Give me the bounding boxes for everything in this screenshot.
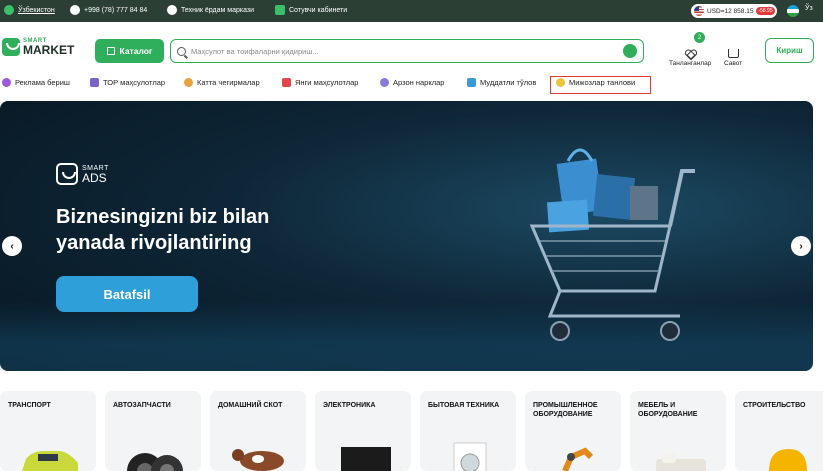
- nav-item-installments[interactable]: Муддатли тўлов: [467, 78, 536, 87]
- banner-headline: Biznesingizni biz bilan yanada rivojlant…: [56, 204, 356, 256]
- category-label: БЫТОВАЯ ТЕХНИКА: [428, 402, 500, 409]
- heart-icon: [685, 49, 695, 58]
- washing-machine-image: [453, 442, 487, 471]
- headline-line-2: yanada rivojlantiring: [56, 232, 252, 254]
- ads-logo-big: ADS: [82, 170, 107, 185]
- nav-label: Муддатли тўлов: [480, 78, 537, 87]
- hero-banner[interactable]: SMART ADS Biznesingizni biz bilan yanada…: [0, 101, 813, 371]
- tv-image: [341, 447, 391, 471]
- category-label: ТРАНСПОРТ: [8, 402, 51, 409]
- new-icon: [282, 78, 291, 87]
- category-card-industrial[interactable]: ПРОМЫШЛЕННОЕ ОБОРУДОВАНИЕ: [525, 391, 621, 471]
- support-link[interactable]: Техник ёрдам маркази: [167, 5, 254, 15]
- robot-arm-image: [562, 447, 594, 471]
- category-label: ДОМАШНИЙ СКОТ: [218, 402, 283, 409]
- top-icon: [90, 78, 99, 87]
- seller-cabinet-link[interactable]: Сотувчи кабинети: [275, 5, 347, 15]
- phone-icon: [70, 5, 80, 15]
- nav-label: Катта чегирмалар: [197, 78, 260, 87]
- category-label: АВТОЗАПЧАСТИ: [113, 402, 171, 409]
- megaphone-icon: [2, 78, 11, 87]
- favorites-count-badge: 2: [694, 32, 705, 43]
- category-card-transport[interactable]: ТРАНСПОРТ: [0, 391, 96, 471]
- category-card-auto-parts[interactable]: АВТОЗАПЧАСТИ: [105, 391, 201, 471]
- category-row: ТРАНСПОРТ АВТОЗАПЧАСТИ ДОМАШНИЙ СКОТ ЭЛЕ…: [0, 391, 823, 471]
- nav-item-big-discounts[interactable]: Катта чегирмалар: [184, 78, 260, 87]
- category-label: ЭЛЕКТРОНИКА: [323, 402, 376, 409]
- catalog-label: Каталог: [119, 46, 153, 56]
- language-selector[interactable]: Ўз: [805, 5, 813, 12]
- currency-change-badge: -58.95: [756, 7, 775, 15]
- sofa-image: [656, 453, 706, 471]
- headline-line-1: Biznesingizni biz bilan: [56, 206, 270, 228]
- top-bar: Ўзбекистон +998 (78) 777 84 84 Техник ёр…: [0, 0, 823, 22]
- banner-next-button[interactable]: ›: [791, 236, 811, 256]
- nav-item-advertise[interactable]: Реклама бериш: [2, 78, 70, 87]
- location-icon: [4, 5, 14, 15]
- cow-image: [232, 449, 284, 471]
- header: SMART MARKET Каталог Маҳсулот ва тоифала…: [0, 22, 823, 72]
- phone-label: +998 (78) 777 84 84: [84, 6, 148, 14]
- favorites-label: Танланганлар: [669, 60, 712, 67]
- cart-label: Савот: [724, 60, 743, 67]
- search-icon: [177, 46, 186, 56]
- smart-market-logo-icon: [2, 38, 20, 56]
- car-image: [22, 451, 78, 471]
- promo-nav: Реклама бериш ТОР маҳсулотлар Катта чеги…: [0, 75, 823, 93]
- cart-icon: [727, 49, 739, 58]
- us-flag-icon: [694, 6, 704, 16]
- shopping-cart-illustration: [529, 148, 695, 341]
- grid-icon: [106, 47, 115, 55]
- category-card-construction[interactable]: СТРОИТЕЛЬСТВО: [735, 391, 823, 471]
- region-selector[interactable]: Ўзбекистон: [4, 5, 55, 15]
- login-button[interactable]: Кириш: [765, 38, 814, 63]
- uz-flag-icon[interactable]: [787, 5, 799, 17]
- currency-rate[interactable]: USD=12 858.15 -58.95: [691, 4, 777, 18]
- nav-item-cheap-prices[interactable]: Арзон нарклар: [380, 78, 444, 87]
- highlight-box: [550, 76, 651, 94]
- category-card-livestock[interactable]: ДОМАШНИЙ СКОТ: [210, 391, 306, 471]
- nav-item-top-products[interactable]: ТОР маҳсулотлар: [90, 78, 165, 87]
- nav-label: Янги маҳсулотлар: [295, 78, 359, 87]
- logo[interactable]: SMART MARKET: [2, 38, 74, 56]
- nav-item-new-products[interactable]: Янги маҳсулотлар: [282, 78, 358, 87]
- support-label: Техник ёрдам маркази: [181, 6, 255, 14]
- cart-button[interactable]: Савот: [724, 37, 742, 67]
- nav-label: Реклама бериш: [15, 78, 70, 87]
- banner-cta-button[interactable]: Batafsil: [56, 276, 198, 312]
- store-icon: [275, 5, 285, 15]
- category-label: МЕБЕЛЬ И ОБОРУДОВАНИЕ: [638, 402, 698, 419]
- voice-search-icon[interactable]: [623, 44, 637, 58]
- phone-link[interactable]: +998 (78) 777 84 84: [70, 5, 147, 15]
- banner-prev-button[interactable]: ‹: [2, 236, 22, 256]
- favorites-button[interactable]: Танланганлар: [669, 37, 711, 67]
- region-label: Ўзбекистон: [18, 6, 55, 14]
- helmet-image: [769, 449, 807, 471]
- seller-label: Сотувчи кабинети: [289, 6, 348, 14]
- price-tag-icon: [380, 78, 389, 87]
- category-card-home-appliances[interactable]: БЫТОВАЯ ТЕХНИКА: [420, 391, 516, 471]
- category-card-electronics[interactable]: ЭЛЕКТРОНИКА: [315, 391, 411, 471]
- catalog-button[interactable]: Каталог: [95, 39, 164, 63]
- category-label: ПРОМЫШЛЕННОЕ ОБОРУДОВАНИЕ: [533, 402, 598, 419]
- category-label: СТРОИТЕЛЬСТВО: [743, 402, 806, 409]
- category-card-furniture[interactable]: МЕБЕЛЬ И ОБОРУДОВАНИЕ: [630, 391, 726, 471]
- search-placeholder: Маҳсулот ва тоифаларни қидириш...: [191, 46, 319, 56]
- nav-label: Арзон нарклар: [393, 78, 445, 87]
- search-input[interactable]: Маҳсулот ва тоифаларни қидириш...: [170, 39, 644, 63]
- currency-value: USD=12 858.15: [707, 7, 754, 15]
- smart-ads-logo-icon: [56, 163, 78, 185]
- tires-image: [127, 453, 183, 471]
- logo-big-text: MARKET: [23, 43, 75, 57]
- telegram-icon: [167, 5, 177, 15]
- calendar-icon: [467, 78, 476, 87]
- nav-label: ТОР маҳсулотлар: [103, 78, 166, 87]
- smart-ads-logo: SMART ADS: [56, 163, 109, 185]
- discount-icon: [184, 78, 193, 87]
